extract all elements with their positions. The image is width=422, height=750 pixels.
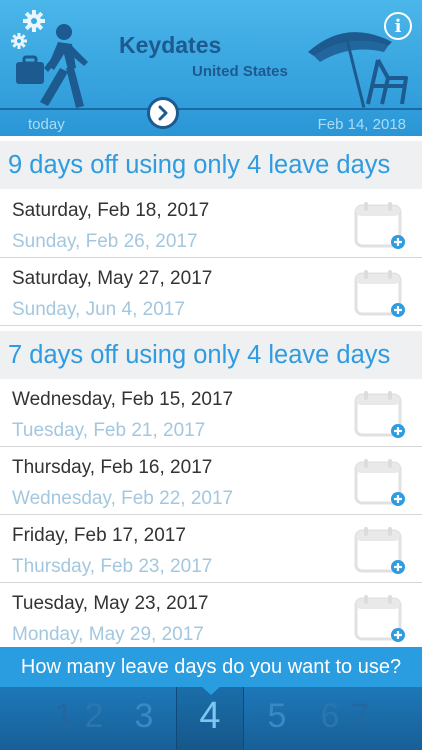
chevron-right-icon: [158, 105, 168, 121]
add-to-calendar-icon[interactable]: [354, 459, 406, 507]
today-label[interactable]: today: [28, 116, 65, 133]
list-item[interactable]: Thursday, Feb 16, 2017 Wednesday, Feb 22…: [0, 448, 422, 515]
app-header: Keydates United States today Feb 14, 201…: [0, 0, 422, 136]
start-date: Saturday, May 27, 2017: [12, 268, 213, 289]
section-header-7-days: 7 days off using only 4 leave days: [0, 331, 422, 379]
info-label: i: [394, 15, 402, 37]
end-date: Sunday, Feb 26, 2017: [12, 231, 198, 252]
country-label[interactable]: United States: [192, 63, 288, 80]
app-title: Keydates: [119, 32, 222, 58]
add-to-calendar-icon[interactable]: [354, 527, 406, 575]
add-to-calendar-icon[interactable]: [354, 270, 406, 318]
start-date: Saturday, Feb 18, 2017: [12, 200, 210, 221]
end-date: Thursday, Feb 23, 2017: [12, 556, 213, 577]
start-date: Tuesday, May 23, 2017: [12, 593, 209, 614]
beach-chair-icon: [366, 59, 408, 105]
add-to-calendar-icon[interactable]: [354, 391, 406, 439]
add-to-calendar-icon[interactable]: [354, 595, 406, 643]
picker-option-7[interactable]: 7: [340, 697, 380, 736]
leave-days-picker[interactable]: 1 2 3 4 5 6 7: [0, 687, 422, 750]
end-date: Wednesday, Feb 22, 2017: [12, 488, 234, 509]
section-header-9-days: 9 days off using only 4 leave days: [0, 141, 422, 189]
list-item[interactable]: Tuesday, May 23, 2017 Monday, May 29, 20…: [0, 584, 422, 651]
end-date: Monday, May 29, 2017: [12, 624, 204, 645]
list-item[interactable]: Wednesday, Feb 15, 2017 Tuesday, Feb 21,…: [0, 380, 422, 447]
question-pointer: [200, 685, 222, 695]
list-item[interactable]: Saturday, Feb 18, 2017 Sunday, Feb 26, 2…: [0, 191, 422, 258]
start-date: Thursday, Feb 16, 2017: [12, 457, 213, 478]
leave-days-question: How many leave days do you want to use?: [0, 647, 422, 687]
add-to-calendar-icon[interactable]: [354, 202, 406, 250]
current-date[interactable]: Feb 14, 2018: [318, 116, 406, 133]
start-date: Wednesday, Feb 15, 2017: [12, 389, 234, 410]
picker-option-2[interactable]: 2: [74, 697, 114, 736]
picker-option-5[interactable]: 5: [257, 697, 297, 736]
start-date: Friday, Feb 17, 2017: [12, 525, 186, 546]
end-date: Tuesday, Feb 21, 2017: [12, 420, 206, 441]
info-icon[interactable]: i: [384, 12, 412, 40]
picker-option-4-selected[interactable]: 4: [190, 695, 230, 738]
end-date: Sunday, Jun 4, 2017: [12, 299, 185, 320]
picker-option-3[interactable]: 3: [124, 697, 164, 736]
list-item[interactable]: Saturday, May 27, 2017 Sunday, Jun 4, 20…: [0, 259, 422, 326]
header-divider: [0, 108, 422, 110]
next-date-button[interactable]: [147, 97, 179, 129]
walking-man-icon: [16, 24, 88, 108]
list-item[interactable]: Friday, Feb 17, 2017 Thursday, Feb 23, 2…: [0, 516, 422, 583]
